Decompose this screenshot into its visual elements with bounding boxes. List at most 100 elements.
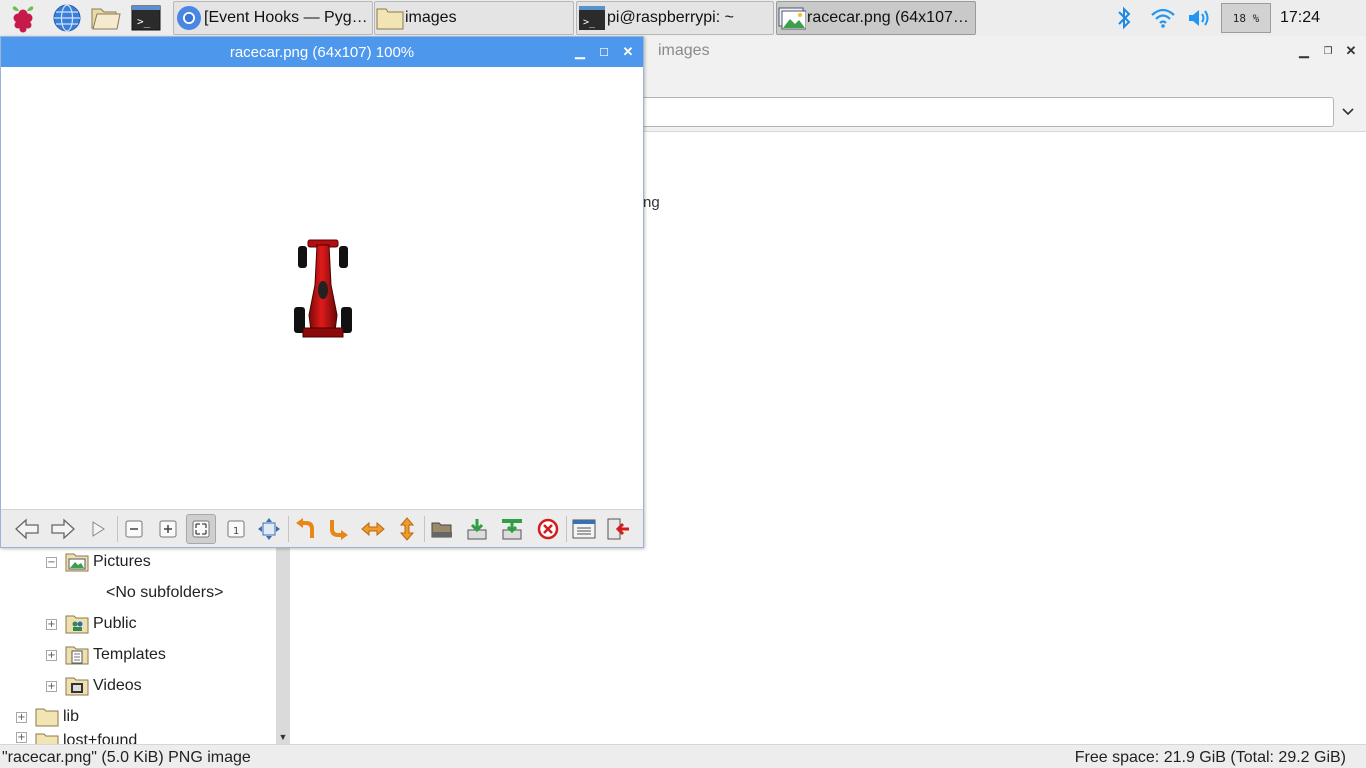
volume-icon[interactable] [1185,4,1215,32]
close-icon: ✕ [622,44,634,59]
next-button[interactable] [48,514,78,544]
arrow-left-icon [15,518,39,540]
tree-item-label: lost+found [63,732,138,744]
tree-item-pictures[interactable]: − Pictures [46,548,151,576]
task-label: images [405,9,457,26]
save-as-icon [502,519,522,540]
close-button[interactable]: ✕ [618,42,638,62]
svg-text:>_: >_ [583,17,596,28]
fit-window-icon [192,520,210,538]
close-button[interactable]: ✕ [1341,41,1361,61]
rotate-right-icon [330,520,348,540]
slideshow-button[interactable] [83,514,113,544]
preferences-icon [572,519,596,539]
rotate-right-button[interactable] [324,514,354,544]
tree-item-lib[interactable]: + lib [16,703,79,731]
quit-button[interactable] [604,514,634,544]
maximize-button[interactable]: ❐ [1318,41,1338,61]
task-chromium[interactable]: [Event Hooks — Pyga… [173,1,373,35]
sidebar-scrollbar[interactable] [276,548,290,744]
tree-item-public[interactable]: + Public [46,610,137,638]
flip-horizontal-button[interactable] [358,514,388,544]
collapse-icon[interactable]: − [46,556,57,568]
rotate-left-button[interactable] [290,514,320,544]
original-size-icon: 1 [227,520,245,538]
file-manager-icon[interactable] [89,2,123,34]
preferences-button[interactable] [569,514,599,544]
save-file-button[interactable] [462,514,492,544]
bluetooth-icon[interactable] [1112,4,1136,32]
tree-item-label: lib [63,708,80,725]
minimize-icon: ▁ [575,44,585,59]
expand-icon[interactable]: + [16,732,27,743]
tree-item-label: Templates [93,646,166,663]
folder-icon [35,707,59,727]
task-terminal[interactable]: >_ pi@raspberrypi: ~ [576,1,774,35]
delete-file-button[interactable] [533,514,563,544]
flip-vertical-icon [399,517,415,541]
flip-vertical-button[interactable] [392,514,422,544]
cpu-usage-monitor[interactable]: 18 % [1221,3,1271,33]
path-input[interactable] [600,97,1334,127]
tree-item-videos[interactable]: + Videos [46,672,142,700]
previous-button[interactable] [12,514,42,544]
tree-item-lost-found[interactable]: + lost+found [16,732,137,744]
status-selection-info: "racecar.png" (5.0 KiB) PNG image [2,749,251,766]
maximize-button[interactable]: ☐ [594,42,614,62]
expand-icon[interactable]: + [46,649,57,661]
minimize-button[interactable]: ▁ [570,42,590,62]
close-icon: ✕ [1345,43,1357,58]
original-size-button[interactable]: 1 [221,514,251,544]
terminal-icon[interactable]: >_ [129,2,163,34]
zoom-in-icon [159,520,177,538]
folder-icon [375,3,405,33]
tree-item-templates[interactable]: + Templates [46,641,166,669]
arrow-right-icon [51,518,75,540]
image-viewer-titlebar[interactable]: racecar.png (64x107) 100% ▁ ☐ ✕ [1,37,643,67]
image-viewer-window: racecar.png (64x107) 100% ▁ ☐ ✕ 1 [0,36,644,548]
minimize-button[interactable]: ▁ [1294,41,1314,61]
task-label: pi@raspberrypi: ~ [607,9,734,26]
racecar-image [294,239,352,338]
tree-item-label: <No subfolders> [106,584,224,601]
open-file-button[interactable] [427,514,457,544]
fullscreen-icon [258,518,280,540]
expand-icon[interactable]: + [46,618,57,630]
tree-item-label: Pictures [93,553,151,570]
expand-icon[interactable]: + [46,680,57,692]
videos-folder-icon [65,676,89,696]
web-browser-icon[interactable] [50,2,84,34]
minimize-icon: ▁ [1299,43,1309,58]
zoom-out-button[interactable] [119,514,149,544]
templates-folder-icon [65,645,89,665]
clock[interactable]: 17:24 [1280,9,1320,27]
save-file-icon [467,519,487,540]
pictures-folder-icon [65,552,89,572]
fullscreen-button[interactable] [254,514,284,544]
expand-icon[interactable]: + [16,711,27,723]
chevron-down-icon[interactable] [1338,102,1358,122]
status-free-space: Free space: 21.9 GiB (Total: 29.2 GiB) [1074,749,1346,766]
task-label: racecar.png (64x107) … [807,9,975,26]
task-file-manager[interactable]: images [374,1,574,35]
file-item-label[interactable]: ng [643,194,660,211]
restore-icon: ❐ [1323,45,1333,57]
taskbar: >_ [Event Hooks — Pyga… images >_ pi@ras… [0,0,1366,36]
raspberry-menu-icon[interactable] [6,2,40,34]
task-image-viewer[interactable]: racecar.png (64x107) … [776,1,976,35]
rotate-left-icon [296,518,314,538]
play-icon [92,521,105,537]
scroll-down-icon[interactable]: ▼ [276,730,290,744]
chromium-icon [174,3,204,33]
status-bar: "racecar.png" (5.0 KiB) PNG image Free s… [0,744,1366,768]
image-canvas[interactable] [1,67,643,507]
wifi-icon[interactable] [1148,4,1178,32]
fit-window-button[interactable] [186,514,216,544]
delete-icon [537,518,559,540]
tree-item-label: Videos [93,677,142,694]
window-title: racecar.png (64x107) 100% [229,44,415,61]
save-as-button[interactable] [497,514,527,544]
task-label: [Event Hooks — Pyga… [204,9,372,26]
terminal-icon: >_ [577,3,607,33]
zoom-in-button[interactable] [153,514,183,544]
